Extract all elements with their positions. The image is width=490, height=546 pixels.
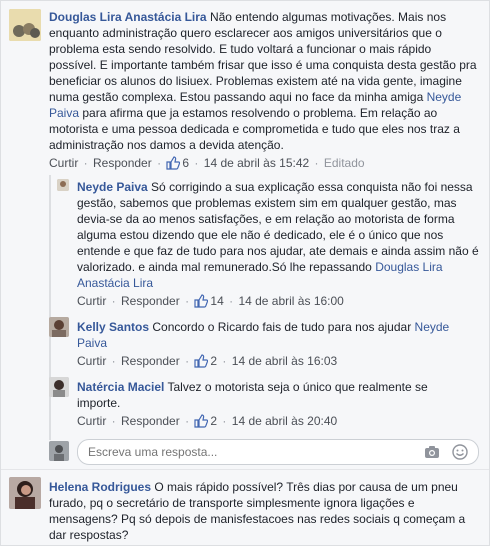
comment-actions: Curtir · Responder · 2 · 14 de abril às …: [77, 354, 338, 368]
comment-author[interactable]: Natércia Maciel: [77, 380, 164, 394]
edited-label[interactable]: Editado: [324, 156, 365, 170]
like-link[interactable]: Curtir: [77, 414, 106, 428]
avatar-image-icon: [49, 377, 69, 397]
like-count: 2: [210, 354, 218, 368]
like-link[interactable]: Curtir: [77, 294, 106, 308]
avatar[interactable]: [49, 317, 69, 337]
thumbs-up-icon: [194, 294, 209, 308]
thumbs-up-icon: [194, 354, 209, 368]
avatar-image-icon: [57, 179, 69, 191]
comment-body: Helena Rodrigues O mais rápido possível?…: [49, 479, 479, 543]
like-count: 2: [210, 414, 218, 428]
comment-actions: Curtir · Responder · 14 · 14 de abril às…: [77, 294, 344, 308]
like-link[interactable]: Curtir: [77, 354, 106, 368]
comment-text: para afirma que ja estamos resolvendo o …: [49, 106, 460, 152]
reply-link[interactable]: Responder: [121, 354, 180, 368]
comment-author[interactable]: Neyde Paiva: [77, 180, 148, 194]
like-count: 14: [210, 294, 224, 308]
comment-actions: Curtir · Responder · 6 · 14 de abril às …: [49, 156, 365, 170]
avatar-image-icon: [9, 477, 41, 509]
current-user-avatar: [49, 441, 69, 461]
like-count: 6: [182, 156, 190, 170]
reply-link[interactable]: Responder: [121, 414, 180, 428]
comment-text: Concordo o Ricardo fais de tudo para nos…: [149, 320, 415, 334]
like-counter[interactable]: 6: [166, 156, 189, 170]
thumbs-up-icon: [194, 414, 209, 428]
avatar-image-icon: [9, 9, 41, 41]
avatar[interactable]: [57, 179, 69, 191]
comment-body: Natércia Maciel Talvez o motorista seja …: [77, 379, 457, 411]
like-counter[interactable]: 2: [194, 354, 217, 368]
comment-thread: Douglas Lira Anastácia Lira Não entendo …: [0, 0, 490, 546]
avatar[interactable]: [49, 377, 69, 397]
comment-body: Neyde Paiva Só corrigindo a sua explicaç…: [77, 179, 481, 291]
like-counter[interactable]: 14: [194, 294, 224, 308]
divider: [1, 469, 489, 470]
timestamp[interactable]: 14 de abril às 15:42: [204, 156, 309, 170]
timestamp[interactable]: 14 de abril às 20:40: [232, 414, 337, 428]
camera-icon[interactable]: [424, 445, 440, 459]
comment-author[interactable]: Kelly Santos: [77, 320, 149, 334]
thread-line: [49, 175, 51, 440]
comment-author[interactable]: Helena Rodrigues: [49, 480, 151, 494]
comment-body: Douglas Lira Anastácia Lira Não entendo …: [49, 9, 479, 153]
thumbs-up-icon: [166, 156, 181, 170]
reply-link[interactable]: Responder: [93, 156, 152, 170]
avatar-image-icon: [49, 441, 69, 461]
smiley-icon[interactable]: [452, 444, 468, 460]
comment-author[interactable]: Douglas Lira Anastácia Lira: [49, 10, 207, 24]
timestamp[interactable]: 14 de abril às 16:00: [238, 294, 343, 308]
reply-box[interactable]: [77, 439, 479, 465]
reply-input[interactable]: [88, 444, 408, 460]
reply-link[interactable]: Responder: [121, 294, 180, 308]
comment-text: Não entendo algumas motivações. Mais nos…: [49, 10, 477, 104]
avatar[interactable]: [9, 477, 41, 509]
like-link[interactable]: Curtir: [49, 156, 78, 170]
comment-body: Kelly Santos Concordo o Ricardo fais de …: [77, 319, 481, 351]
avatar[interactable]: [9, 9, 41, 41]
avatar-image-icon: [49, 317, 69, 337]
timestamp[interactable]: 14 de abril às 16:03: [232, 354, 337, 368]
comment-actions: Curtir · Responder · 2 · 14 de abril às …: [77, 414, 338, 428]
like-counter[interactable]: 2: [194, 414, 217, 428]
